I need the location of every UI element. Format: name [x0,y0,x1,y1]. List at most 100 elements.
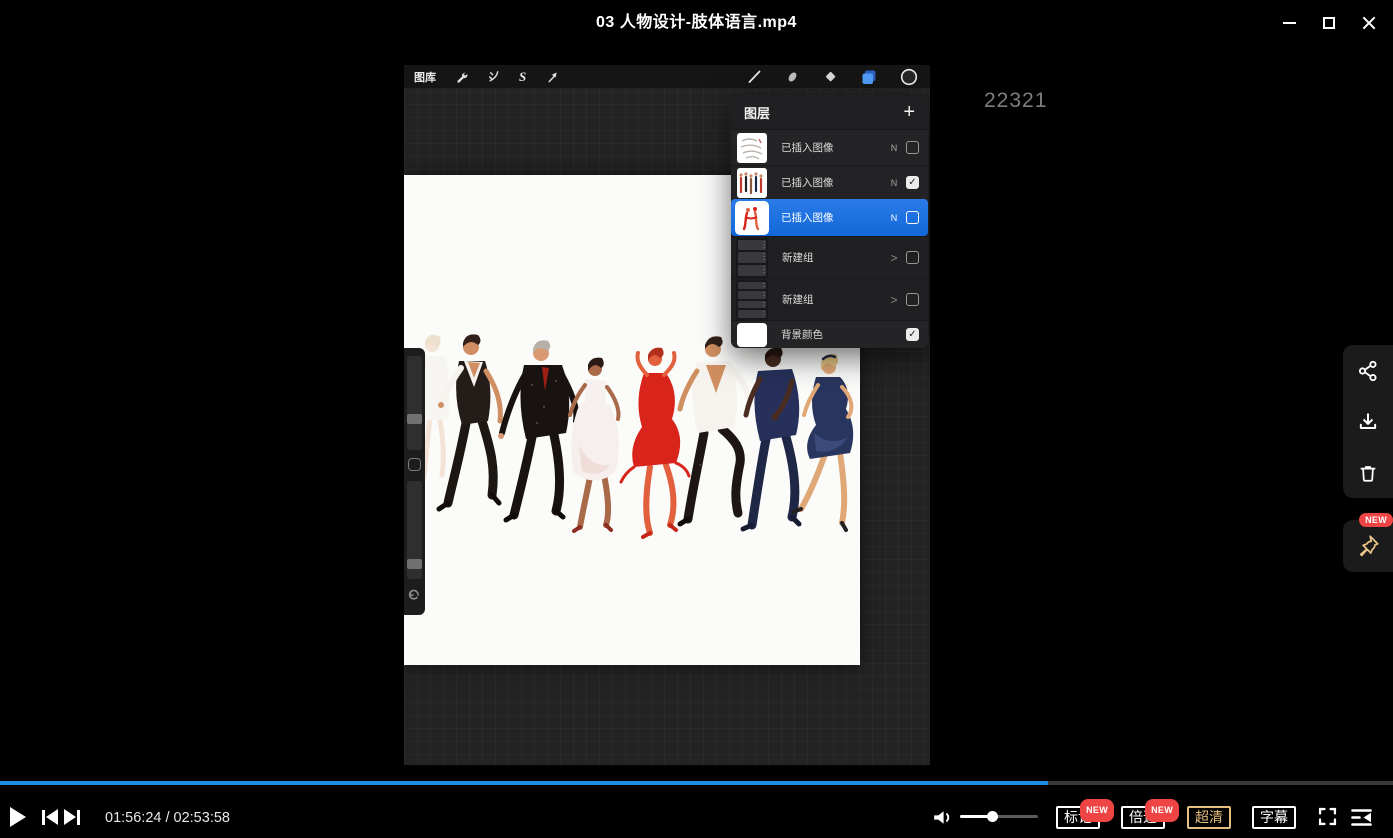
volume-knob[interactable] [987,811,998,822]
layer-thumbnail [737,133,767,163]
quality-button-label: 超清 [1195,809,1223,825]
layer-row-inserted-image-3-selected[interactable]: 已插入图像 N [731,199,928,236]
mark-button[interactable]: 标记 NEW [1056,806,1100,829]
layer-name: 新建组 [782,292,885,307]
background-color-thumbnail [737,323,767,347]
layer-visibility-checkbox[interactable]: ✓ [906,176,919,189]
close-button[interactable] [1349,0,1389,45]
layer-thumbnail [737,168,767,198]
trash-icon [1357,462,1379,484]
color-circle-icon[interactable] [900,68,918,86]
layer-name: 背景颜色 [781,327,903,342]
quality-button[interactable]: 超清 [1187,806,1231,829]
group-thumbnail [736,280,768,320]
layer-visibility-checkbox[interactable]: ✓ [906,328,919,341]
layer-name: 已插入图像 [781,175,885,190]
chevron-right-icon[interactable]: > [885,293,903,307]
pin-icon [1355,533,1381,559]
previous-button[interactable] [42,809,58,825]
layer-thumbnail [737,203,767,233]
maximize-button[interactable] [1309,0,1349,45]
check-icon: ✓ [908,177,916,188]
new-badge: NEW [1359,513,1393,527]
speed-button[interactable]: 倍速 NEW [1121,806,1165,829]
minimize-icon [1283,22,1296,24]
next-triangle-icon [64,809,76,825]
prev-triangle-icon [46,809,58,825]
window-controls [1269,0,1389,45]
danmaku-comment: 22321 [984,89,1047,113]
blend-mode-button[interactable]: N [885,213,903,223]
titlebar: 03 人物设计-肢体语言.mp4 [0,0,1393,45]
play-button play-icon[interactable] [10,807,26,827]
adjustments-icon[interactable] [487,70,500,83]
volume-icon [931,807,952,828]
gallery-button[interactable]: 图库 [414,69,436,85]
layer-visibility-checkbox[interactable] [906,293,919,306]
procreate-sidebar [404,348,425,615]
window-title: 03 人物设计-肢体语言.mp4 [0,0,1393,45]
transform-icon[interactable] [545,70,558,83]
selection-icon[interactable]: S [519,70,526,83]
layer-name: 新建组 [782,250,885,265]
subtitle-button[interactable]: 字幕 [1252,806,1296,829]
chevron-right-icon[interactable]: > [885,251,903,265]
next-button[interactable] [64,809,80,825]
layer-visibility-checkbox[interactable] [906,251,919,264]
background-color-row[interactable]: 背景颜色 ✓ [731,320,928,348]
maximize-icon [1323,17,1335,29]
layers-panel-header: 图层 + [731,95,928,129]
video-content[interactable]: 图库 S [404,65,930,765]
pin-panel[interactable]: NEW [1343,520,1393,572]
layers-icon[interactable] [861,69,877,85]
blend-mode-button[interactable]: N [885,143,903,153]
playlist-button[interactable] [1350,808,1373,832]
next-icon [77,810,80,825]
layer-name: 已插入图像 [781,140,885,155]
volume-slider[interactable] [960,815,1038,818]
layer-name: 已插入图像 [781,210,885,225]
volume-button[interactable] [931,807,952,833]
video-player-window: 03 人物设计-肢体语言.mp4 图库 S [0,0,1393,838]
smudge-icon[interactable] [785,69,800,84]
layers-panel: 图层 + 已插入图像 N 已插入图像 N ✓ [731,95,928,348]
brush-size-slider[interactable] [407,356,422,450]
brush-icon[interactable] [747,69,762,84]
eraser-icon[interactable] [823,69,838,84]
side-action-panel [1343,345,1393,498]
brush-size-handle[interactable] [407,414,422,424]
delete-button[interactable] [1343,447,1393,498]
check-icon: ✓ [908,329,916,340]
layer-group-row-2[interactable]: 新建组 > [731,278,928,320]
time-display: 01:56:24 / 02:53:58 [105,810,230,826]
prev-icon [42,810,45,825]
blend-mode-button[interactable]: N [885,178,903,188]
fullscreen-button[interactable] [1317,806,1338,832]
procreate-toolbar: 图库 S [404,65,930,88]
layer-row-inserted-image-1[interactable]: 已插入图像 N [731,129,928,165]
modify-button[interactable] [408,458,421,471]
layer-group-row-1[interactable]: 新建组 > [731,236,928,278]
volume-fill [960,815,993,818]
layer-visibility-checkbox[interactable] [906,141,919,154]
undo-button[interactable] [407,586,422,601]
layers-panel-title: 图层 [744,103,770,122]
subtitle-button-label: 字幕 [1260,809,1288,825]
player-controls: 01:56:24 / 02:53:58 标记 NEW 倍速 NEW 超清 字幕 [0,785,1393,838]
share-icon [1357,360,1379,382]
add-layer-button plus-icon[interactable]: + [903,102,915,122]
download-icon [1357,411,1379,433]
download-button[interactable] [1343,396,1393,447]
new-badge: NEW [1145,799,1179,822]
opacity-handle[interactable] [407,559,422,569]
new-badge: NEW [1080,799,1114,822]
layer-visibility-checkbox[interactable] [906,211,919,224]
layer-row-inserted-image-2[interactable]: 已插入图像 N ✓ [731,165,928,199]
minimize-button[interactable] [1269,0,1309,45]
close-icon [1362,16,1376,30]
opacity-slider[interactable] [407,481,422,579]
actions-wrench-icon[interactable] [455,70,468,83]
playlist-icon [1350,808,1373,827]
share-button[interactable] [1343,345,1393,396]
undo-icon [407,586,421,600]
